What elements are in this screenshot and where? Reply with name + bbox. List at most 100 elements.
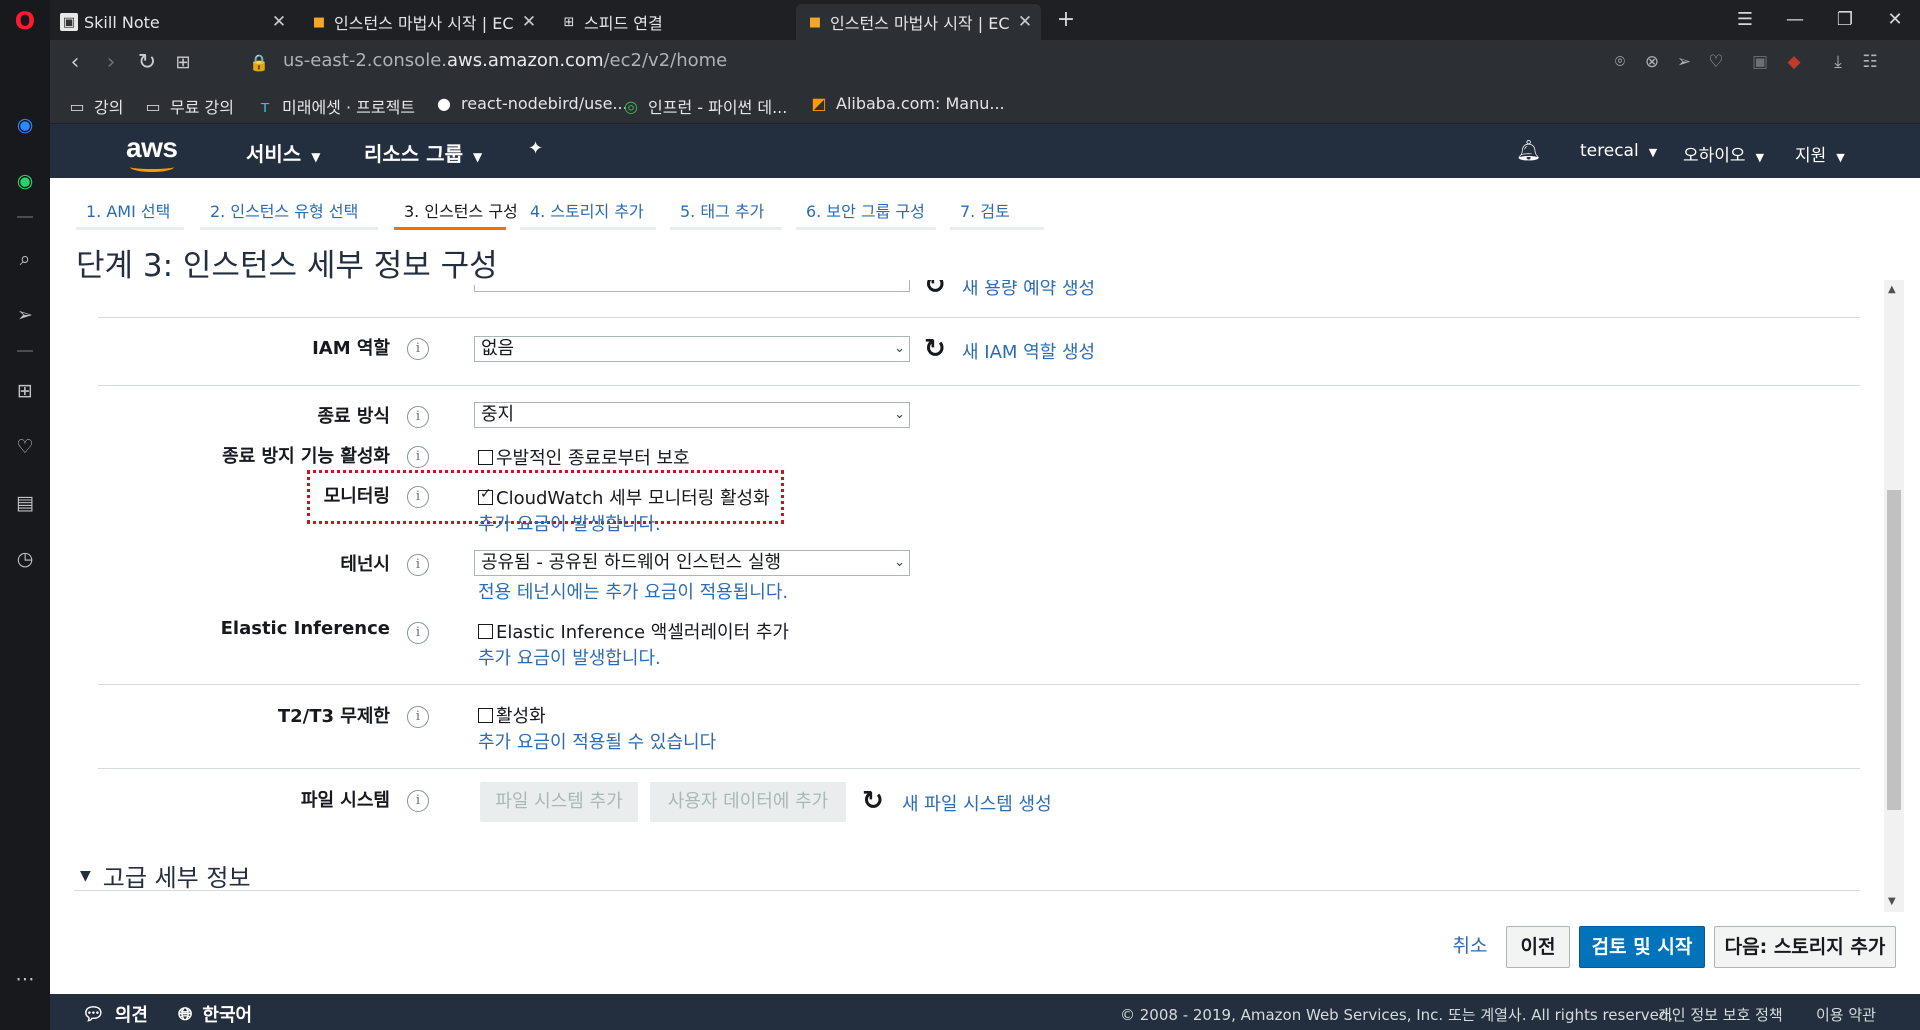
termination-protection-checkbox[interactable] [478,449,493,465]
create-file-system-link[interactable]: 새 파일 시스템 생성 [902,790,1052,816]
language-selector[interactable]: 🌐︎ 한국어 [178,1001,252,1027]
send-icon[interactable]: ➢ [12,302,38,328]
t2t3-unlimited-checkbox[interactable] [478,707,493,723]
info-icon[interactable]: i [407,622,429,644]
iam-role-select[interactable]: 없음 ⌄ [474,336,910,362]
news-icon[interactable]: ▤ [12,490,38,516]
close-window-icon[interactable]: ✕ [1875,4,1915,36]
adblock-icon[interactable]: ⊗ [1640,52,1664,72]
capacity-reservation-select[interactable] [474,280,910,292]
bookmark-inflearn[interactable]: ◎ 인프런 - 파이썬 데... [622,94,787,118]
messenger-icon[interactable]: ◉ [12,112,38,138]
info-icon[interactable]: i [407,706,429,728]
url-field[interactable]: us-east-2.console.aws.amazon.com/ec2/v2/… [283,50,727,71]
reload-icon[interactable]: ↻ [132,48,162,78]
shutdown-behavior-select[interactable]: 중지 ⌄ [474,402,910,428]
send-icon[interactable]: ➢ [1672,52,1696,72]
heart-icon[interactable]: ♡ [12,434,38,460]
tab-ec2-wizard[interactable]: ■ 인스턴스 마법사 시작 | EC ✕ [300,4,545,40]
next-add-storage-button[interactable]: 다음: 스토리지 추가 [1714,926,1896,968]
privacy-policy-link[interactable]: 개인 정보 보호 정책 [1658,1004,1783,1025]
add-to-user-data-button[interactable]: 사용자 데이터에 추가 [650,782,846,822]
create-capacity-reservation-link[interactable]: 새 용량 예약 생성 [962,280,1095,300]
camera-icon[interactable]: ⌾ [1608,52,1632,72]
support-menu[interactable]: 지원 ▼ [1795,141,1845,166]
bookmark-folder-free[interactable]: ▭ 무료 강의 [144,94,234,118]
back-icon[interactable]: ‹ [60,48,90,78]
step-review[interactable]: 7. 검토 [950,194,1044,230]
step-add-storage[interactable]: 4. 스토리지 추가 [520,194,656,230]
bookmark-alibaba[interactable]: ◩ Alibaba.com: Manu... [810,94,1004,113]
scroll-down-icon[interactable]: ▼ [1888,896,1896,907]
create-iam-role-link[interactable]: 새 IAM 역할 생성 [962,338,1095,364]
minimize-icon[interactable]: — [1775,4,1815,36]
monitoring-checkbox[interactable] [478,486,493,505]
add-file-system-button[interactable]: 파일 시스템 추가 [480,782,638,822]
tab-ec2-wizard-active[interactable]: ■ 인스턴스 마법사 시작 | EC ✕ [796,4,1041,40]
aws-logo[interactable]: aws [126,132,178,172]
download-icon[interactable]: ⤓ [1826,52,1850,72]
extension-icon[interactable]: ▣ [1748,52,1772,72]
extension-cube-icon[interactable]: ◆ [1782,52,1806,72]
tab-skill-note[interactable]: ▣ Skill Note ✕ [50,4,295,40]
scroll-up-icon[interactable]: ▲ [1888,284,1896,295]
elastic-inference-checkbox[interactable] [478,623,493,639]
refresh-icon[interactable]: ↻ [924,280,946,298]
search-icon[interactable]: ⌕ [12,246,38,272]
step-instance-type[interactable]: 2. 인스턴스 유형 선택 [200,194,378,230]
step-security-group[interactable]: 6. 보안 그룹 구성 [796,194,936,230]
advanced-details-toggle[interactable]: ▼ 고급 세부 정보 [74,858,251,893]
region-menu[interactable]: 오하이오 ▼ [1683,141,1764,166]
lock-icon[interactable]: 🔒 [244,48,274,78]
new-tab-icon[interactable]: + [1046,4,1086,36]
bookmark-mirae[interactable]: ᴛ 미래에셋 · 프로젝트 [256,94,415,118]
feedback-link[interactable]: 💬︎ 의견 [82,1001,148,1027]
resource-groups-menu[interactable]: 리소스 그룹 ▼ [364,138,482,167]
step-configure-instance[interactable]: 3. 인스턴스 구성 [394,194,518,230]
pin-icon[interactable]: ✦ [528,138,543,159]
bookmark-folder-lectures[interactable]: ▭ 강의 [68,94,123,118]
whatsapp-icon[interactable]: ◉ [12,168,38,194]
terms-link[interactable]: 이용 약관 [1816,1004,1876,1025]
chevron-down-icon: ▼ [1648,146,1658,159]
restore-icon[interactable]: ❐ [1825,4,1865,36]
refresh-icon[interactable]: ↻ [862,788,884,814]
more-icon[interactable]: ⋯ [12,966,38,992]
tenancy-select[interactable]: 공유됨 - 공유된 하드웨어 인스턴스 실행 ⌄ [474,550,910,576]
refresh-icon[interactable]: ↻ [924,336,946,362]
previous-button[interactable]: 이전 [1506,926,1570,968]
bell-icon[interactable]: 🔔︎ [1516,138,1541,162]
account-menu[interactable]: terecal ▼ [1580,141,1657,161]
info-icon[interactable]: i [407,554,429,576]
review-and-launch-button[interactable]: 검토 및 시작 [1579,926,1705,968]
info-icon[interactable]: i [407,486,429,508]
panel-scrollbar[interactable]: ▲ ▼ [1884,280,1904,912]
configure-instance-panel[interactable]: ↻ 새 용량 예약 생성 IAM 역할 i 없음 ⌄ ↻ 새 IAM 역할 생성 … [74,280,1882,912]
monitoring-checkbox-row[interactable]: CloudWatch 세부 모니터링 활성화 [478,484,770,510]
easy-setup-icon[interactable]: ☷ [1858,52,1882,72]
step-add-tags[interactable]: 5. 태그 추가 [670,194,782,230]
step-ami[interactable]: 1. AMI 선택 [76,194,184,230]
forward-icon[interactable]: › [96,48,126,78]
close-icon[interactable]: ✕ [269,12,289,32]
scroll-thumb[interactable] [1887,490,1901,810]
info-icon[interactable]: i [407,790,429,812]
history-icon[interactable]: ◷ [12,546,38,572]
speed-dial-icon[interactable]: ⊞ [12,378,38,404]
elastic-inference-checkbox-row[interactable]: Elastic Inference 액셀러레이터 추가 [478,618,789,644]
info-icon[interactable]: i [407,338,429,360]
close-icon[interactable]: ✕ [519,12,539,32]
tab-menu-icon[interactable]: ☰ [1725,4,1765,36]
heart-icon[interactable]: ♡ [1704,52,1728,72]
close-icon[interactable]: ✕ [1015,12,1035,32]
termination-protection-checkbox-row[interactable]: 우발적인 종료로부터 보호 [478,444,690,470]
bookmark-github[interactable]: ● react-nodebird/use... [435,94,628,113]
tabs-grid-icon[interactable]: ⊞ [168,48,198,78]
services-menu[interactable]: 서비스 ▼ [246,138,320,167]
opera-logo-icon[interactable]: O [12,7,38,35]
info-icon[interactable]: i [407,446,429,468]
cancel-button[interactable]: 취소 [1440,926,1500,968]
advanced-details-label: 고급 세부 정보 [102,864,251,892]
info-icon[interactable]: i [407,406,429,428]
t2t3-unlimited-checkbox-row[interactable]: 활성화 [478,702,546,728]
